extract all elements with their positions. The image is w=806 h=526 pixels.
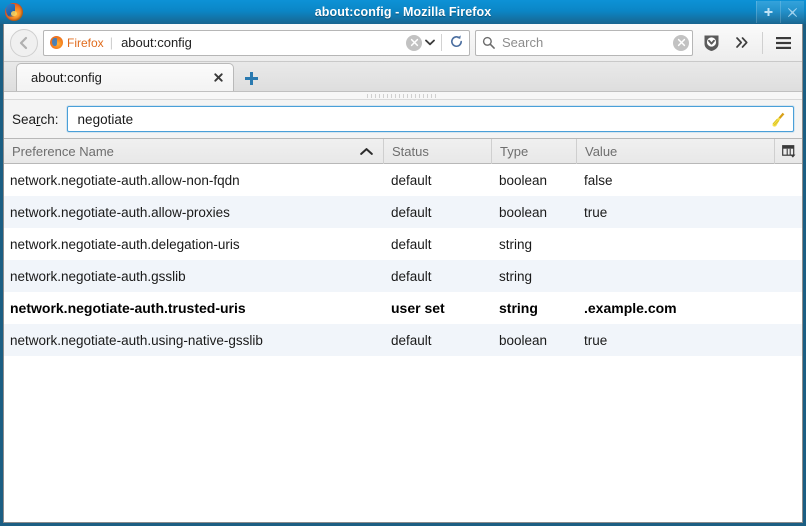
search-input[interactable]: Search bbox=[496, 35, 673, 50]
table-body: network.negotiate-auth.allow-non-fqdn def… bbox=[4, 164, 802, 522]
firefox-logo-icon bbox=[2, 0, 26, 24]
back-button[interactable] bbox=[10, 28, 38, 57]
cell-name: network.negotiate-auth.gsslib bbox=[10, 268, 186, 284]
cell-status: default bbox=[391, 236, 432, 252]
window-titlebar: about:config - Mozilla Firefox bbox=[0, 0, 806, 24]
cell-value: .example.com bbox=[584, 300, 677, 316]
search-clear-icon[interactable] bbox=[673, 34, 689, 51]
browser-chrome: Firefox | about:config Search about:conf… bbox=[3, 24, 803, 523]
firefox-identity-icon bbox=[50, 36, 63, 49]
cell-name: network.negotiate-auth.using-native-gssl… bbox=[10, 332, 263, 348]
column-label: Preference Name bbox=[12, 143, 114, 159]
chevron-down-icon[interactable] bbox=[422, 38, 438, 48]
column-header-type[interactable]: Type bbox=[491, 138, 576, 164]
identity-label: Firefox bbox=[67, 35, 104, 50]
about-config-page: Search: negotiate Preference Name Status… bbox=[4, 100, 802, 522]
column-label: Type bbox=[500, 143, 529, 159]
caret-up-icon bbox=[360, 144, 373, 159]
cell-status: default bbox=[391, 332, 432, 348]
column-picker-icon[interactable] bbox=[774, 138, 802, 164]
window-title: about:config - Mozilla Firefox bbox=[314, 5, 492, 19]
clear-circle-icon[interactable] bbox=[406, 34, 422, 51]
reload-icon[interactable] bbox=[445, 34, 467, 52]
config-filter-field[interactable]: negotiate bbox=[66, 106, 794, 132]
cell-status: user set bbox=[391, 300, 445, 316]
search-bar[interactable]: Search bbox=[475, 29, 693, 56]
cell-type: boolean bbox=[499, 332, 548, 348]
cell-type: boolean bbox=[499, 172, 548, 188]
table-row[interactable]: network.negotiate-auth.allow-proxies defa… bbox=[4, 196, 802, 228]
cell-name: network.negotiate-auth.trusted-uris bbox=[10, 300, 246, 316]
identity-box[interactable]: Firefox | bbox=[50, 35, 120, 50]
column-header-status[interactable]: Status bbox=[383, 138, 491, 164]
table-header-row: Preference Name Status Type Value bbox=[4, 138, 802, 164]
config-filter-value[interactable]: negotiate bbox=[78, 112, 767, 127]
search-label-pre: Sea bbox=[12, 111, 37, 127]
shield-icon[interactable] bbox=[698, 30, 724, 56]
toolbar-divider bbox=[441, 34, 442, 51]
broom-clear-icon[interactable] bbox=[767, 111, 789, 128]
config-search-label: Search: bbox=[12, 112, 59, 127]
toolbar-grippy[interactable] bbox=[4, 92, 802, 100]
close-x-icon[interactable] bbox=[209, 71, 227, 85]
cell-name: network.negotiate-auth.allow-proxies bbox=[10, 204, 230, 220]
cell-value: false bbox=[584, 172, 613, 188]
maximize-button[interactable] bbox=[756, 1, 780, 23]
table-row[interactable]: network.negotiate-auth.using-native-gssl… bbox=[4, 324, 802, 356]
tab-label: about:config bbox=[31, 70, 102, 85]
preferences-table: Preference Name Status Type Value networ… bbox=[4, 138, 802, 522]
cell-name: network.negotiate-auth.delegation-uris bbox=[10, 236, 240, 252]
table-row[interactable]: network.negotiate-auth.delegation-uris de… bbox=[4, 228, 802, 260]
column-header-preference-name[interactable]: Preference Name bbox=[4, 139, 383, 164]
column-label: Value bbox=[585, 143, 618, 159]
identity-separator: | bbox=[109, 35, 114, 50]
column-header-value[interactable]: Value bbox=[576, 138, 774, 164]
navigation-toolbar: Firefox | about:config Search bbox=[4, 24, 802, 62]
cell-name: network.negotiate-auth.allow-non-fqdn bbox=[10, 172, 240, 188]
cell-type: boolean bbox=[499, 204, 548, 220]
cell-type: string bbox=[499, 236, 533, 252]
search-magnifier-icon bbox=[482, 36, 496, 49]
config-search-row: Search: negotiate bbox=[4, 100, 802, 138]
double-chevron-right-icon[interactable] bbox=[729, 30, 755, 56]
tab-about-config[interactable]: about:config bbox=[16, 63, 234, 91]
toolbar-divider bbox=[762, 31, 763, 54]
cell-type: string bbox=[499, 300, 538, 316]
cell-value: true bbox=[584, 204, 608, 220]
url-text[interactable]: about:config bbox=[120, 35, 406, 50]
column-label: Status bbox=[392, 143, 429, 159]
grippy-dots bbox=[367, 93, 439, 98]
table-row[interactable]: network.negotiate-auth.allow-non-fqdn def… bbox=[4, 164, 802, 196]
close-button[interactable] bbox=[780, 1, 804, 23]
table-row[interactable]: network.negotiate-auth.gsslib default stri… bbox=[4, 260, 802, 292]
browser-window: about:config - Mozilla Firefox Firefox |… bbox=[0, 0, 806, 526]
url-bar[interactable]: Firefox | about:config bbox=[43, 29, 470, 56]
cell-status: default bbox=[391, 172, 432, 188]
search-label-post: ch: bbox=[40, 111, 59, 127]
cell-status: default bbox=[391, 204, 432, 220]
table-row[interactable]: network.negotiate-auth.trusted-uris user … bbox=[4, 292, 802, 324]
window-controls bbox=[756, 0, 804, 24]
plus-new-tab-icon[interactable] bbox=[238, 65, 264, 91]
tab-strip: about:config bbox=[4, 62, 802, 92]
cell-type: string bbox=[499, 268, 533, 284]
hamburger-menu-icon[interactable] bbox=[770, 30, 796, 56]
cell-value: true bbox=[584, 332, 608, 348]
cell-status: default bbox=[391, 268, 432, 284]
